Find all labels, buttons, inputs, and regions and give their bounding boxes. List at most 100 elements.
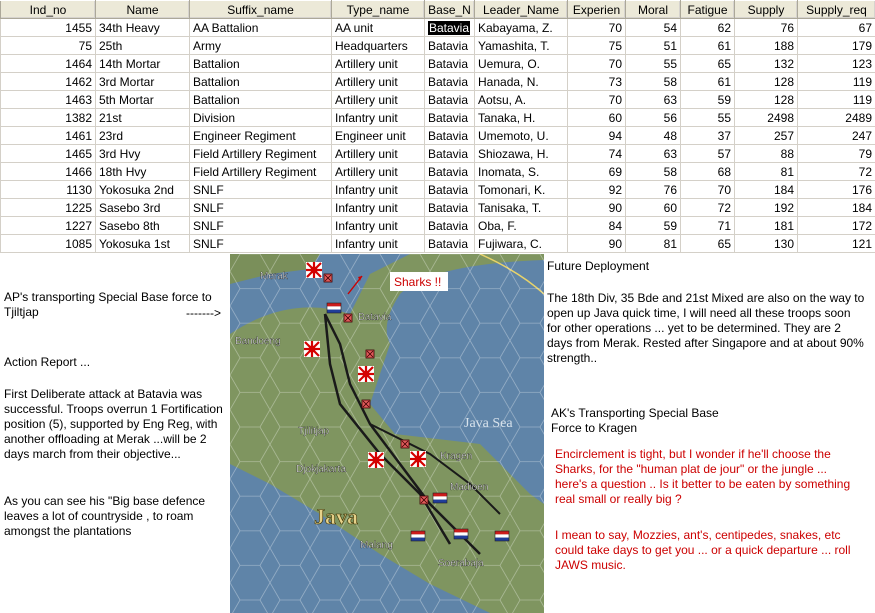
- table-cell[interactable]: 184: [734, 180, 798, 199]
- table-cell[interactable]: Army: [189, 36, 332, 55]
- table-cell[interactable]: Tanisaka, T.: [474, 198, 568, 217]
- table-cell[interactable]: SNLF: [189, 234, 332, 253]
- table-cell[interactable]: AA Battalion: [189, 18, 332, 37]
- table-cell[interactable]: 1463: [0, 90, 96, 109]
- table-cell[interactable]: Infantry unit: [331, 108, 425, 127]
- base-icon[interactable]: [361, 399, 371, 409]
- table-cell[interactable]: Batavia: [424, 54, 475, 73]
- table-cell[interactable]: 1465: [0, 144, 96, 163]
- table-cell[interactable]: 79: [797, 144, 875, 163]
- table-cell[interactable]: 81: [625, 234, 681, 253]
- table-cell[interactable]: 257: [734, 126, 798, 145]
- table-cell[interactable]: 75: [0, 36, 96, 55]
- table-cell[interactable]: SNLF: [189, 216, 332, 235]
- table-cell[interactable]: 1464: [0, 54, 96, 73]
- dutch-unit-icon[interactable]: [494, 530, 510, 542]
- table-cell[interactable]: 2498: [734, 108, 798, 127]
- table-cell[interactable]: 14th Mortar: [95, 54, 190, 73]
- table-cell[interactable]: 1466: [0, 162, 96, 181]
- table-cell[interactable]: 192: [734, 198, 798, 217]
- dutch-unit-icon[interactable]: [453, 528, 469, 540]
- table-cell[interactable]: Infantry unit: [331, 234, 425, 253]
- table-cell[interactable]: 74: [567, 144, 626, 163]
- table-cell[interactable]: 121: [797, 234, 875, 253]
- table-cell[interactable]: 70: [567, 90, 626, 109]
- table-cell[interactable]: Batavia: [424, 180, 475, 199]
- table-cell[interactable]: Field Artillery Regiment: [189, 144, 332, 163]
- table-cell[interactable]: Batavia: [424, 198, 475, 217]
- table-cell[interactable]: Kabayama, Z.: [474, 18, 568, 37]
- table-cell[interactable]: Batavia: [424, 18, 475, 37]
- table-row[interactable]: 1462 3rd Mortar Battalion Artillery unit Bat…: [0, 72, 875, 91]
- table-cell[interactable]: 51: [625, 36, 681, 55]
- table-cell[interactable]: Aotsu, A.: [474, 90, 568, 109]
- table-cell[interactable]: 75: [567, 36, 626, 55]
- table-cell[interactable]: 69: [567, 162, 626, 181]
- japanese-unit-icon[interactable]: [356, 364, 376, 384]
- table-cell[interactable]: 48: [625, 126, 681, 145]
- table-row[interactable]: 1227 Sasebo 8th SNLF Infantry unit Batavia Ob…: [0, 216, 875, 235]
- table-cell[interactable]: Oba, F.: [474, 216, 568, 235]
- table-cell[interactable]: SNLF: [189, 198, 332, 217]
- column-header[interactable]: Experien: [567, 0, 626, 19]
- table-cell[interactable]: 94: [567, 126, 626, 145]
- table-cell[interactable]: 76: [734, 18, 798, 37]
- table-cell[interactable]: 181: [734, 216, 798, 235]
- table-cell[interactable]: 68: [680, 162, 735, 181]
- table-row[interactable]: 75 25th Army Headquarters Batavia Yamashita, …: [0, 36, 875, 55]
- japanese-unit-icon[interactable]: [302, 339, 322, 359]
- table-cell[interactable]: 23rd: [95, 126, 190, 145]
- table-cell[interactable]: 37: [680, 126, 735, 145]
- table-cell[interactable]: Batavia: [424, 216, 475, 235]
- table-cell[interactable]: 55: [680, 108, 735, 127]
- table-cell[interactable]: 76: [625, 180, 681, 199]
- table-cell[interactable]: 25th: [95, 36, 190, 55]
- table-cell[interactable]: 61: [680, 72, 735, 91]
- table-cell[interactable]: 1225: [0, 198, 96, 217]
- table-cell[interactable]: Field Artillery Regiment: [189, 162, 332, 181]
- table-cell[interactable]: 3rd Hvy: [95, 144, 190, 163]
- table-cell[interactable]: 57: [680, 144, 735, 163]
- japanese-unit-icon[interactable]: [304, 260, 324, 280]
- table-cell[interactable]: 1130: [0, 180, 96, 199]
- table-cell[interactable]: 54: [625, 18, 681, 37]
- table-cell[interactable]: Yokosuka 1st: [95, 234, 190, 253]
- table-cell[interactable]: 55: [625, 54, 681, 73]
- base-icon[interactable]: [400, 439, 410, 449]
- table-cell[interactable]: Artillery unit: [331, 90, 425, 109]
- table-row[interactable]: 1464 14th Mortar Battalion Artillery unit Ba…: [0, 54, 875, 73]
- table-cell[interactable]: Division: [189, 108, 332, 127]
- table-cell[interactable]: 67: [797, 18, 875, 37]
- table-cell[interactable]: 1455: [0, 18, 96, 37]
- table-cell[interactable]: Tanaka, H.: [474, 108, 568, 127]
- table-cell[interactable]: Artillery unit: [331, 162, 425, 181]
- table-cell[interactable]: 72: [680, 198, 735, 217]
- base-icon[interactable]: [323, 273, 333, 283]
- table-cell[interactable]: 60: [567, 108, 626, 127]
- table-cell[interactable]: 130: [734, 234, 798, 253]
- table-cell[interactable]: Infantry unit: [331, 198, 425, 217]
- table-cell[interactable]: Batavia: [424, 144, 475, 163]
- table-row[interactable]: 1225 Sasebo 3rd SNLF Infantry unit Batavia Ta…: [0, 198, 875, 217]
- table-cell[interactable]: 1085: [0, 234, 96, 253]
- table-cell[interactable]: 90: [567, 234, 626, 253]
- base-icon[interactable]: [365, 349, 375, 359]
- table-cell[interactable]: SNLF: [189, 180, 332, 199]
- table-cell[interactable]: Batavia: [424, 162, 475, 181]
- table-row[interactable]: 1455 34th Heavy AA Battalion AA unit Batavia…: [0, 18, 875, 37]
- table-cell[interactable]: 1227: [0, 216, 96, 235]
- table-cell[interactable]: Engineer Regiment: [189, 126, 332, 145]
- table-cell[interactable]: Artillery unit: [331, 72, 425, 91]
- table-cell[interactable]: 119: [797, 72, 875, 91]
- table-cell[interactable]: 247: [797, 126, 875, 145]
- table-cell[interactable]: Uemura, O.: [474, 54, 568, 73]
- table-cell[interactable]: 184: [797, 198, 875, 217]
- table-cell[interactable]: Batavia: [424, 234, 475, 253]
- table-row[interactable]: 1461 23rd Engineer Regiment Engineer unit Ba…: [0, 126, 875, 145]
- table-cell[interactable]: AA unit: [331, 18, 425, 37]
- table-cell[interactable]: 119: [797, 90, 875, 109]
- table-cell[interactable]: 176: [797, 180, 875, 199]
- table-cell[interactable]: Artillery unit: [331, 54, 425, 73]
- table-cell[interactable]: Tomonari, K.: [474, 180, 568, 199]
- table-cell[interactable]: 128: [734, 72, 798, 91]
